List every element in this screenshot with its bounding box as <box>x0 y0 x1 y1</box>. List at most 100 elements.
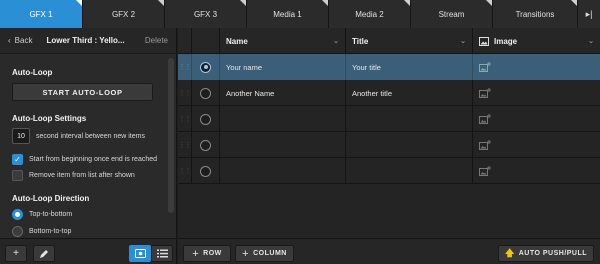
row-select-cell[interactable] <box>192 158 220 184</box>
edit-button[interactable] <box>33 245 55 262</box>
column-header-title[interactable]: Title ⌄ <box>346 28 473 54</box>
direction-heading: Auto-Loop Direction <box>12 194 90 203</box>
table-row[interactable]: ⋮⋮ Another Name Another title <box>178 80 600 106</box>
table-toolbar: + ROW + COLUMN 🡅 AUTO PUSH/PULL <box>178 238 600 264</box>
restart-label: Start from beginning once end is reached <box>29 156 158 163</box>
tab-label: GFX 1 <box>29 9 53 19</box>
tab-media-1[interactable]: Media 1 <box>247 0 329 28</box>
back-button[interactable]: ‹ Back <box>8 36 32 45</box>
tab-label: Stream <box>438 9 465 19</box>
bottom-to-top-radio[interactable] <box>12 226 23 237</box>
tab-corner-indicator <box>158 0 164 6</box>
title-cell[interactable]: Your title <box>346 54 473 80</box>
top-to-bottom-radio[interactable] <box>12 209 23 220</box>
column-image-label: Image <box>494 36 518 46</box>
add-column-button[interactable]: + COLUMN <box>235 245 294 262</box>
row-select-radio[interactable] <box>200 113 211 125</box>
drag-handle-icon[interactable]: ⋮⋮ <box>178 80 192 106</box>
tab-transitions[interactable]: Transitions <box>493 0 578 28</box>
tab-label: Transitions <box>515 9 555 19</box>
table-header: Name ⌄ Title ⌄ Image ⌄ <box>178 28 600 54</box>
name-cell[interactable]: Another Name <box>220 80 346 106</box>
list-view-button[interactable] <box>151 245 173 262</box>
name-cell[interactable] <box>220 132 346 158</box>
table-row[interactable]: ⋮⋮ Your name Your title <box>178 54 600 80</box>
table-row[interactable]: ⋮⋮ <box>178 132 600 158</box>
plus-icon: + <box>13 248 19 259</box>
title-cell[interactable] <box>346 106 473 132</box>
tab-gfx-1[interactable]: GFX 1 <box>0 0 83 28</box>
interval-row: 10 second interval between new items <box>12 128 164 144</box>
tab-corner-indicator <box>240 0 246 6</box>
row-select-radio[interactable] <box>200 61 211 73</box>
add-image-icon[interactable] <box>479 140 491 150</box>
panel-header: ‹ Back Lower Third : Yello... Delete <box>0 28 176 54</box>
restart-checkbox[interactable]: ✓ <box>12 154 23 165</box>
row-select-radio[interactable] <box>200 139 211 151</box>
remove-label: Remove item from list after shown <box>29 172 135 179</box>
name-cell[interactable] <box>220 158 346 184</box>
image-cell[interactable] <box>473 106 600 132</box>
direction-bottom-to-top[interactable]: Bottom-to-top <box>12 226 164 237</box>
column-header-image[interactable]: Image ⌄ <box>473 28 600 54</box>
title-cell[interactable] <box>346 132 473 158</box>
row-select-cell[interactable] <box>192 80 220 106</box>
grid-view-button[interactable] <box>129 245 151 262</box>
column-header-name[interactable]: Name ⌄ <box>220 28 346 54</box>
remove-option[interactable]: Remove item from list after shown <box>12 170 164 181</box>
image-cell[interactable] <box>473 158 600 184</box>
image-cell[interactable] <box>473 132 600 158</box>
table-row[interactable]: ⋮⋮ <box>178 158 600 184</box>
interval-input[interactable]: 10 <box>12 128 30 144</box>
tab-stream[interactable]: Stream <box>411 0 493 28</box>
tab-corner-indicator <box>404 0 410 6</box>
drag-handle-icon[interactable]: ⋮⋮ <box>178 54 192 80</box>
tab-overflow-button[interactable]: ▸| <box>578 0 600 28</box>
header-grip-cell <box>178 28 192 54</box>
add-image-icon[interactable] <box>479 114 491 124</box>
tab-bar: GFX 1 GFX 2 GFX 3 Media 1 Media 2 Stream… <box>0 0 600 28</box>
drag-handle-icon[interactable]: ⋮⋮ <box>178 132 192 158</box>
tab-media-2[interactable]: Media 2 <box>329 0 411 28</box>
add-row-button[interactable]: + ROW <box>183 245 231 262</box>
title-cell[interactable] <box>346 158 473 184</box>
table-row[interactable]: ⋮⋮ <box>178 106 600 132</box>
chevron-down-icon[interactable]: ⌄ <box>460 37 466 45</box>
row-select-cell[interactable] <box>192 106 220 132</box>
tab-label: GFX 3 <box>193 9 218 19</box>
pencil-icon <box>40 249 48 258</box>
drag-handle-icon[interactable]: ⋮⋮ <box>178 106 192 132</box>
auto-loop-heading: Auto-Loop <box>12 68 53 77</box>
image-cell[interactable] <box>473 54 600 80</box>
auto-push-pull-button[interactable]: 🡅 AUTO PUSH/PULL <box>498 245 594 262</box>
chevron-down-icon[interactable]: ⌄ <box>333 37 339 45</box>
title-cell[interactable]: Another title <box>346 80 473 106</box>
start-auto-loop-button[interactable]: START AUTO-LOOP <box>12 83 153 101</box>
tab-gfx-2[interactable]: GFX 2 <box>83 0 165 28</box>
image-cell[interactable] <box>473 80 600 106</box>
column-name-label: Name <box>226 36 248 46</box>
row-select-radio[interactable] <box>200 87 211 99</box>
add-image-icon[interactable] <box>479 166 491 176</box>
chevron-left-icon: ‹ <box>8 36 11 45</box>
direction-top-to-bottom[interactable]: Top-to-bottom <box>12 209 164 220</box>
name-cell[interactable]: Your name <box>220 54 346 80</box>
tab-gfx-3[interactable]: GFX 3 <box>165 0 247 28</box>
add-image-icon[interactable] <box>479 62 491 72</box>
auto-loop-panel: ‹ Back Lower Third : Yello... Delete Aut… <box>0 28 177 238</box>
tab-corner-indicator <box>76 0 82 6</box>
name-cell[interactable] <box>220 106 346 132</box>
delete-button[interactable]: Delete <box>145 36 168 45</box>
add-image-icon[interactable] <box>479 88 491 98</box>
row-select-cell[interactable] <box>192 54 220 80</box>
row-select-cell[interactable] <box>192 132 220 158</box>
remove-checkbox[interactable] <box>12 170 23 181</box>
restart-option[interactable]: ✓ Start from beginning once end is reach… <box>12 154 164 165</box>
add-row-label: ROW <box>203 250 222 257</box>
add-button[interactable]: + <box>5 245 27 262</box>
chevron-down-icon[interactable]: ⌄ <box>588 37 594 45</box>
drag-handle-icon[interactable]: ⋮⋮ <box>178 158 192 184</box>
plus-icon: + <box>242 247 250 260</box>
column-title-label: Title <box>352 36 369 46</box>
row-select-radio[interactable] <box>200 165 211 177</box>
